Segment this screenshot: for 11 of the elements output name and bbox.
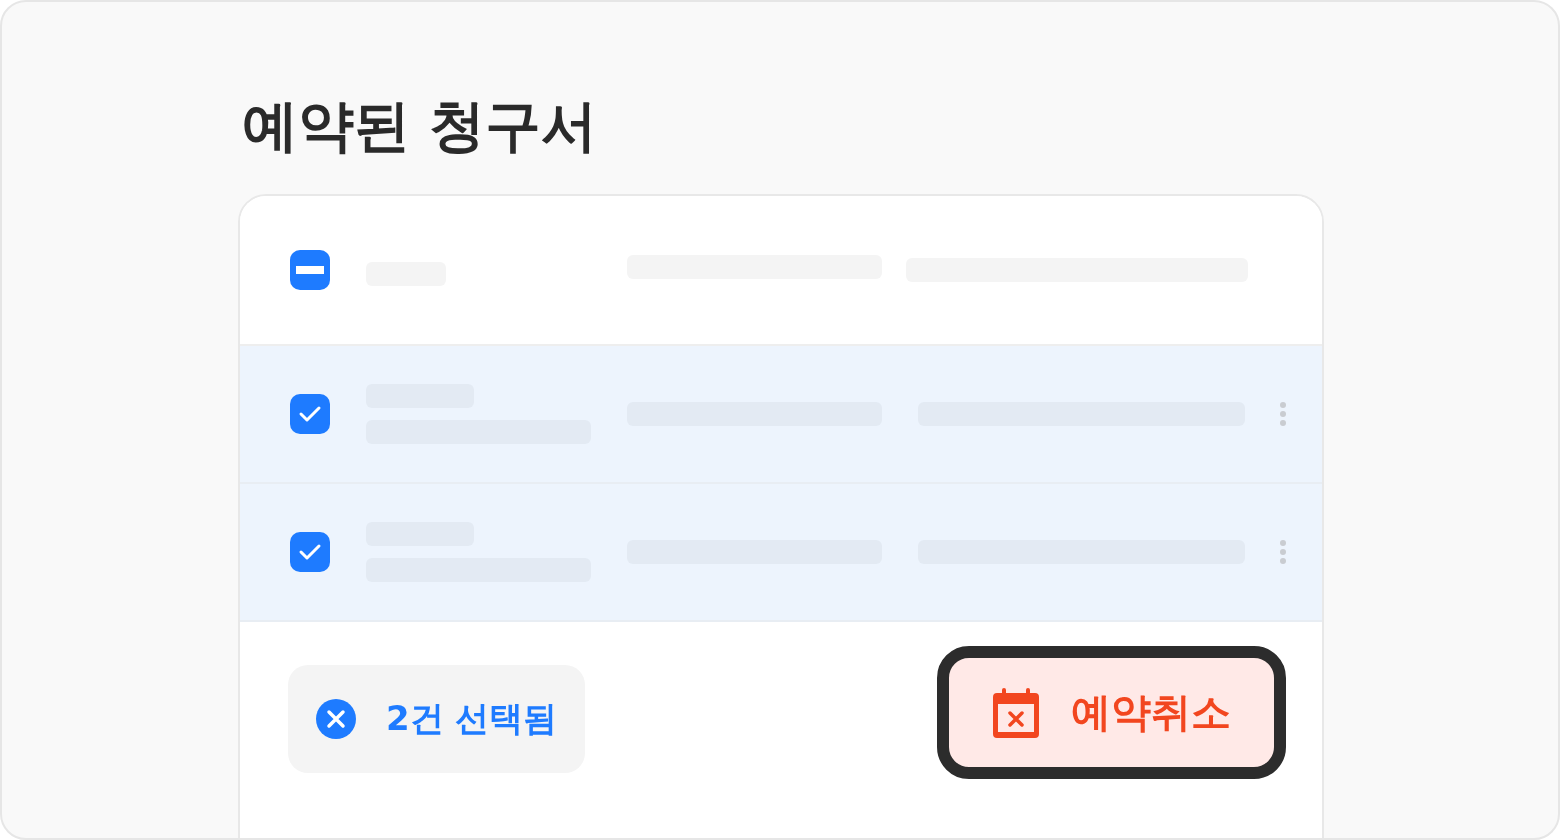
checkbox[interactable]	[290, 250, 330, 290]
clear-icon[interactable]	[316, 698, 356, 739]
check-icon	[298, 404, 322, 424]
minus-icon	[296, 266, 324, 274]
checkbox[interactable]	[290, 394, 330, 434]
page-title: 예약된 청구서	[242, 92, 598, 160]
check-icon	[298, 542, 322, 562]
checkbox[interactable]	[290, 532, 330, 572]
calendar-x-icon	[993, 687, 1039, 738]
selection-chip[interactable]: 2건 선택됨	[288, 664, 585, 773]
cancel-reservation-button[interactable]: 예약취소	[937, 646, 1286, 779]
